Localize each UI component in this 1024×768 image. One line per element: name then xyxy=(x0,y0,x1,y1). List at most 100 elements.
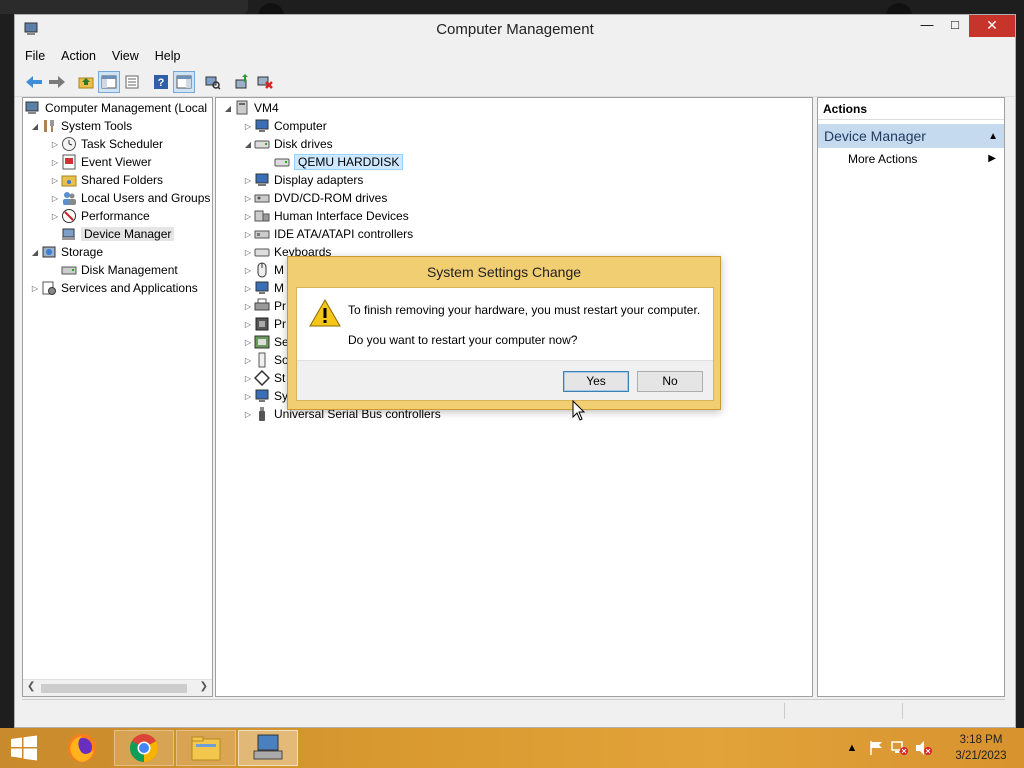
network-icon[interactable] xyxy=(890,738,910,758)
device-label: IDE ATA/ATAPI controllers xyxy=(274,227,414,241)
scan-hardware-button[interactable] xyxy=(202,71,224,93)
menu-file[interactable]: File xyxy=(25,49,45,63)
tree-item-event-viewer[interactable]: ▷ Event Viewer xyxy=(49,153,151,171)
properties-list-button[interactable] xyxy=(121,71,143,93)
taskbar-file-explorer[interactable] xyxy=(176,730,236,766)
uninstall-device-button[interactable] xyxy=(254,71,276,93)
expand-arrow-icon[interactable]: ▷ xyxy=(242,302,254,311)
collapse-arrow-icon[interactable]: ◢ xyxy=(29,122,41,131)
expand-arrow-icon[interactable]: ▷ xyxy=(242,374,254,383)
tree-item-disk-management[interactable]: Disk Management xyxy=(61,261,178,279)
close-button[interactable]: ✕ xyxy=(969,15,1015,37)
device-category-print-queues[interactable]: ▷ Pr xyxy=(242,297,286,315)
start-button[interactable] xyxy=(0,730,48,766)
flag-icon[interactable] xyxy=(866,738,886,758)
up-folder-button[interactable] xyxy=(75,71,97,93)
taskbar: ▲ 3:18 PM 3/21/2023 xyxy=(0,728,1024,768)
device-category-computer[interactable]: ▷ Computer xyxy=(242,117,327,135)
device-category-mice[interactable]: ▷ M xyxy=(242,261,284,279)
expand-arrow-icon[interactable]: ▷ xyxy=(49,158,61,167)
device-category-security-devices[interactable]: ▷ Se xyxy=(242,333,289,351)
scroll-right-icon[interactable]: ❯ xyxy=(200,681,208,692)
console-tree-icon xyxy=(101,75,117,88)
tree-item-computer-management[interactable]: Computer Management (Local xyxy=(25,99,207,117)
device-category-software-devices[interactable]: ▷ So xyxy=(242,351,289,369)
tree-label: Computer Management (Local xyxy=(45,101,208,115)
expand-arrow-icon[interactable]: ▷ xyxy=(242,410,254,419)
display-adapter-icon xyxy=(255,173,269,186)
tree-item-system-tools[interactable]: ◢ System Tools xyxy=(29,117,132,135)
tree-item-services-applications[interactable]: ▷ Services and Applications xyxy=(29,279,198,297)
expand-arrow-icon[interactable]: ▷ xyxy=(242,284,254,293)
expand-arrow-icon[interactable]: ▷ xyxy=(49,212,61,221)
device-category-monitors[interactable]: ▷ M xyxy=(242,279,284,297)
device-qemu-harddisk[interactable]: QEMU HARDDISK xyxy=(274,153,404,171)
action-center-flag-icon xyxy=(870,741,882,755)
expand-arrow-icon[interactable]: ▷ xyxy=(242,338,254,347)
no-button[interactable]: No xyxy=(637,371,703,392)
menu-view[interactable]: View xyxy=(112,49,139,63)
expand-arrow-icon[interactable]: ▷ xyxy=(242,212,254,221)
show-hide-action-pane-button[interactable] xyxy=(173,70,195,93)
scroll-thumb[interactable] xyxy=(41,684,187,693)
menu-action[interactable]: Action xyxy=(61,49,96,63)
clock-date: 3/21/2023 xyxy=(955,750,1007,762)
taskbar-chrome[interactable] xyxy=(114,730,174,766)
expand-arrow-icon[interactable]: ▷ xyxy=(242,194,254,203)
device-category-dvd-cd-rom[interactable]: ▷ DVD/CD-ROM drives xyxy=(242,189,387,207)
device-root-vm4[interactable]: ◢ VM4 xyxy=(222,99,279,117)
actions-section-device-manager[interactable]: Device Manager ▲ xyxy=(818,124,1004,148)
menu-help[interactable]: Help xyxy=(155,49,181,63)
expand-arrow-icon[interactable]: ▷ xyxy=(242,230,254,239)
title-bar: Computer Management — □ ✕ xyxy=(15,15,1015,45)
collapse-arrow-icon[interactable]: ◢ xyxy=(242,140,254,149)
expand-arrow-icon[interactable]: ▷ xyxy=(29,284,41,293)
tree-item-device-manager[interactable]: Device Manager xyxy=(61,225,175,243)
expand-arrow-icon[interactable]: ▷ xyxy=(242,266,254,275)
tree-item-performance[interactable]: ▷ Performance xyxy=(49,207,150,225)
forward-button[interactable] xyxy=(46,71,68,93)
expand-arrow-icon[interactable]: ▷ xyxy=(242,122,254,131)
expand-arrow-icon[interactable]: ▷ xyxy=(49,140,61,149)
expand-arrow-icon[interactable]: ▷ xyxy=(242,392,254,401)
scroll-left-icon[interactable]: ❮ xyxy=(27,681,35,692)
taskbar-clock[interactable]: 3:18 PM 3/21/2023 xyxy=(938,732,1024,764)
volume-icon[interactable] xyxy=(914,738,934,758)
collapse-triangle-icon[interactable]: ▲ xyxy=(988,125,998,149)
maximize-button[interactable]: □ xyxy=(941,15,969,37)
taskbar-computer-management[interactable] xyxy=(238,730,298,766)
tree-item-shared-folders[interactable]: ▷ Shared Folders xyxy=(49,171,163,189)
device-category-display-adapters[interactable]: ▷ Display adapters xyxy=(242,171,363,189)
taskbar-firefox[interactable] xyxy=(52,730,112,766)
more-actions-item[interactable]: More Actions ▶ xyxy=(818,148,1004,170)
collapse-arrow-icon[interactable]: ◢ xyxy=(29,248,41,257)
minimize-button[interactable]: — xyxy=(913,15,941,37)
show-hide-console-tree-button[interactable] xyxy=(98,70,120,93)
device-category-processors[interactable]: ▷ Pr xyxy=(242,315,286,333)
yes-button[interactable]: Yes xyxy=(563,371,629,392)
expand-arrow-icon[interactable]: ▷ xyxy=(49,194,61,203)
device-category-disk-drives[interactable]: ◢ Disk drives xyxy=(242,135,333,153)
expand-arrow-icon[interactable]: ▷ xyxy=(242,320,254,329)
tree-item-local-users-groups[interactable]: ▷ Local Users and Groups xyxy=(49,189,210,207)
users-icon xyxy=(63,192,76,205)
device-category-hid[interactable]: ▷ Human Interface Devices xyxy=(242,207,409,225)
actions-section-label: Device Manager xyxy=(824,128,926,144)
back-button[interactable] xyxy=(23,71,45,93)
expand-arrow-icon[interactable]: ▷ xyxy=(242,248,254,257)
horizontal-scrollbar[interactable]: ❮ ❯ xyxy=(23,679,212,696)
tree-item-task-scheduler[interactable]: ▷ Task Scheduler xyxy=(49,135,163,153)
device-category-storage-controllers[interactable]: ▷ St xyxy=(242,369,285,387)
expand-arrow-icon[interactable]: ▷ xyxy=(242,356,254,365)
help-button[interactable]: ? xyxy=(150,71,172,93)
expand-arrow-icon[interactable]: ▷ xyxy=(49,176,61,185)
show-hidden-icons-button[interactable]: ▲ xyxy=(842,738,862,758)
status-divider xyxy=(902,703,903,719)
collapse-arrow-icon[interactable]: ◢ xyxy=(222,104,234,113)
update-driver-button[interactable] xyxy=(231,71,253,93)
device-category-system-devices[interactable]: ▷ Sy xyxy=(242,387,288,405)
device-category-ide[interactable]: ▷ IDE ATA/ATAPI controllers xyxy=(242,225,413,243)
background-window xyxy=(0,0,248,14)
tree-item-storage[interactable]: ◢ Storage xyxy=(29,243,103,261)
expand-arrow-icon[interactable]: ▷ xyxy=(242,176,254,185)
